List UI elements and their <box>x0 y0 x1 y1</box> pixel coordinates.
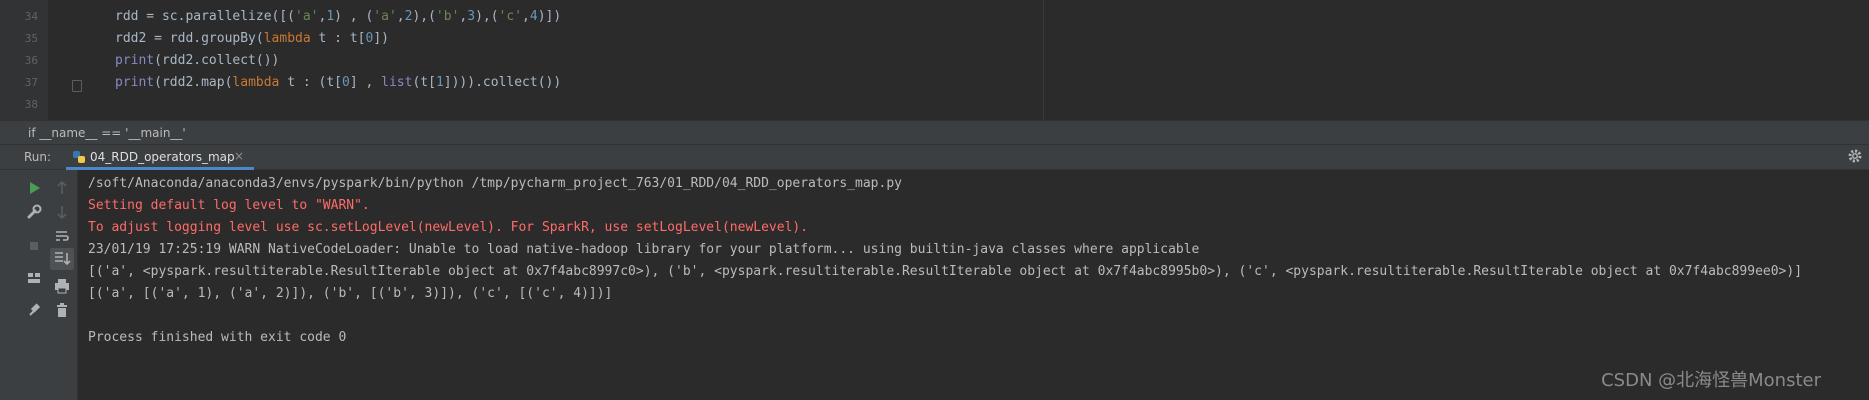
run-tool-window-header: Run: 04_RDD_operators_map × <box>0 144 1869 170</box>
tab-run-config[interactable]: 04_RDD_operators_map × <box>66 145 254 170</box>
code-line-36: print(rdd2.collect()) <box>115 53 280 68</box>
code-editor[interactable]: 34 35 36 37 38 rdd = sc.parallelize([('a… <box>0 0 1869 120</box>
down-arrow-icon[interactable] <box>52 202 72 222</box>
line-number: 35 <box>24 32 38 45</box>
console-line: 23/01/19 17:25:19 WARN NativeCodeLoader:… <box>88 242 1200 257</box>
print-icon[interactable] <box>52 276 72 296</box>
line-number: 34 <box>24 10 38 23</box>
wrench-icon[interactable] <box>24 202 44 222</box>
run-toolbar <box>0 170 78 400</box>
pin-icon[interactable] <box>24 300 44 320</box>
trash-icon[interactable] <box>52 300 72 320</box>
console-line-command: /soft/Anaconda/anaconda3/envs/pyspark/bi… <box>88 176 902 191</box>
right-margin-guide <box>1043 0 1044 120</box>
code-line-34: rdd = sc.parallelize([('a',1) , ('a',2),… <box>115 9 562 24</box>
run-icon[interactable] <box>24 178 44 198</box>
gear-icon[interactable] <box>1847 148 1863 167</box>
line-number: 36 <box>24 54 38 67</box>
console-line: [('a', <pyspark.resultiterable.ResultIte… <box>88 264 1803 279</box>
tab-label: 04_RDD_operators_map <box>90 150 235 164</box>
fold-column <box>48 0 88 120</box>
console-line-stderr: To adjust logging level use sc.setLogLev… <box>88 220 809 235</box>
fold-marker-icon[interactable] <box>72 80 82 92</box>
breadcrumb[interactable]: if __name__ == '__main__' <box>0 120 1869 144</box>
layout-icon[interactable] <box>24 268 44 288</box>
watermark: CSDN @北海怪兽Monster <box>1601 370 1821 391</box>
code-line-35: rdd2 = rdd.groupBy(lambda t : t[0]) <box>115 31 389 46</box>
scroll-to-end-icon[interactable] <box>50 248 74 270</box>
python-file-icon <box>72 150 86 167</box>
console-line-stderr: Setting default log level to "WARN". <box>88 198 370 213</box>
up-arrow-icon[interactable] <box>52 178 72 198</box>
line-number: 38 <box>24 98 38 111</box>
close-icon[interactable]: × <box>234 149 244 163</box>
soft-wrap-icon[interactable] <box>52 226 72 246</box>
stop-icon[interactable] <box>24 236 44 256</box>
console-output[interactable]: /soft/Anaconda/anaconda3/envs/pyspark/bi… <box>78 170 1869 400</box>
line-number-gutter: 34 35 36 37 38 <box>0 0 48 120</box>
line-number: 37 <box>24 76 38 89</box>
code-line-37: print(rdd2.map(lambda t : (t[0] , list(t… <box>115 75 562 90</box>
console-line: [('a', [('a', 1), ('a', 2)]), ('b', [('b… <box>88 286 613 301</box>
run-label: Run: <box>24 150 52 164</box>
console-line-exit: Process finished with exit code 0 <box>88 330 347 345</box>
